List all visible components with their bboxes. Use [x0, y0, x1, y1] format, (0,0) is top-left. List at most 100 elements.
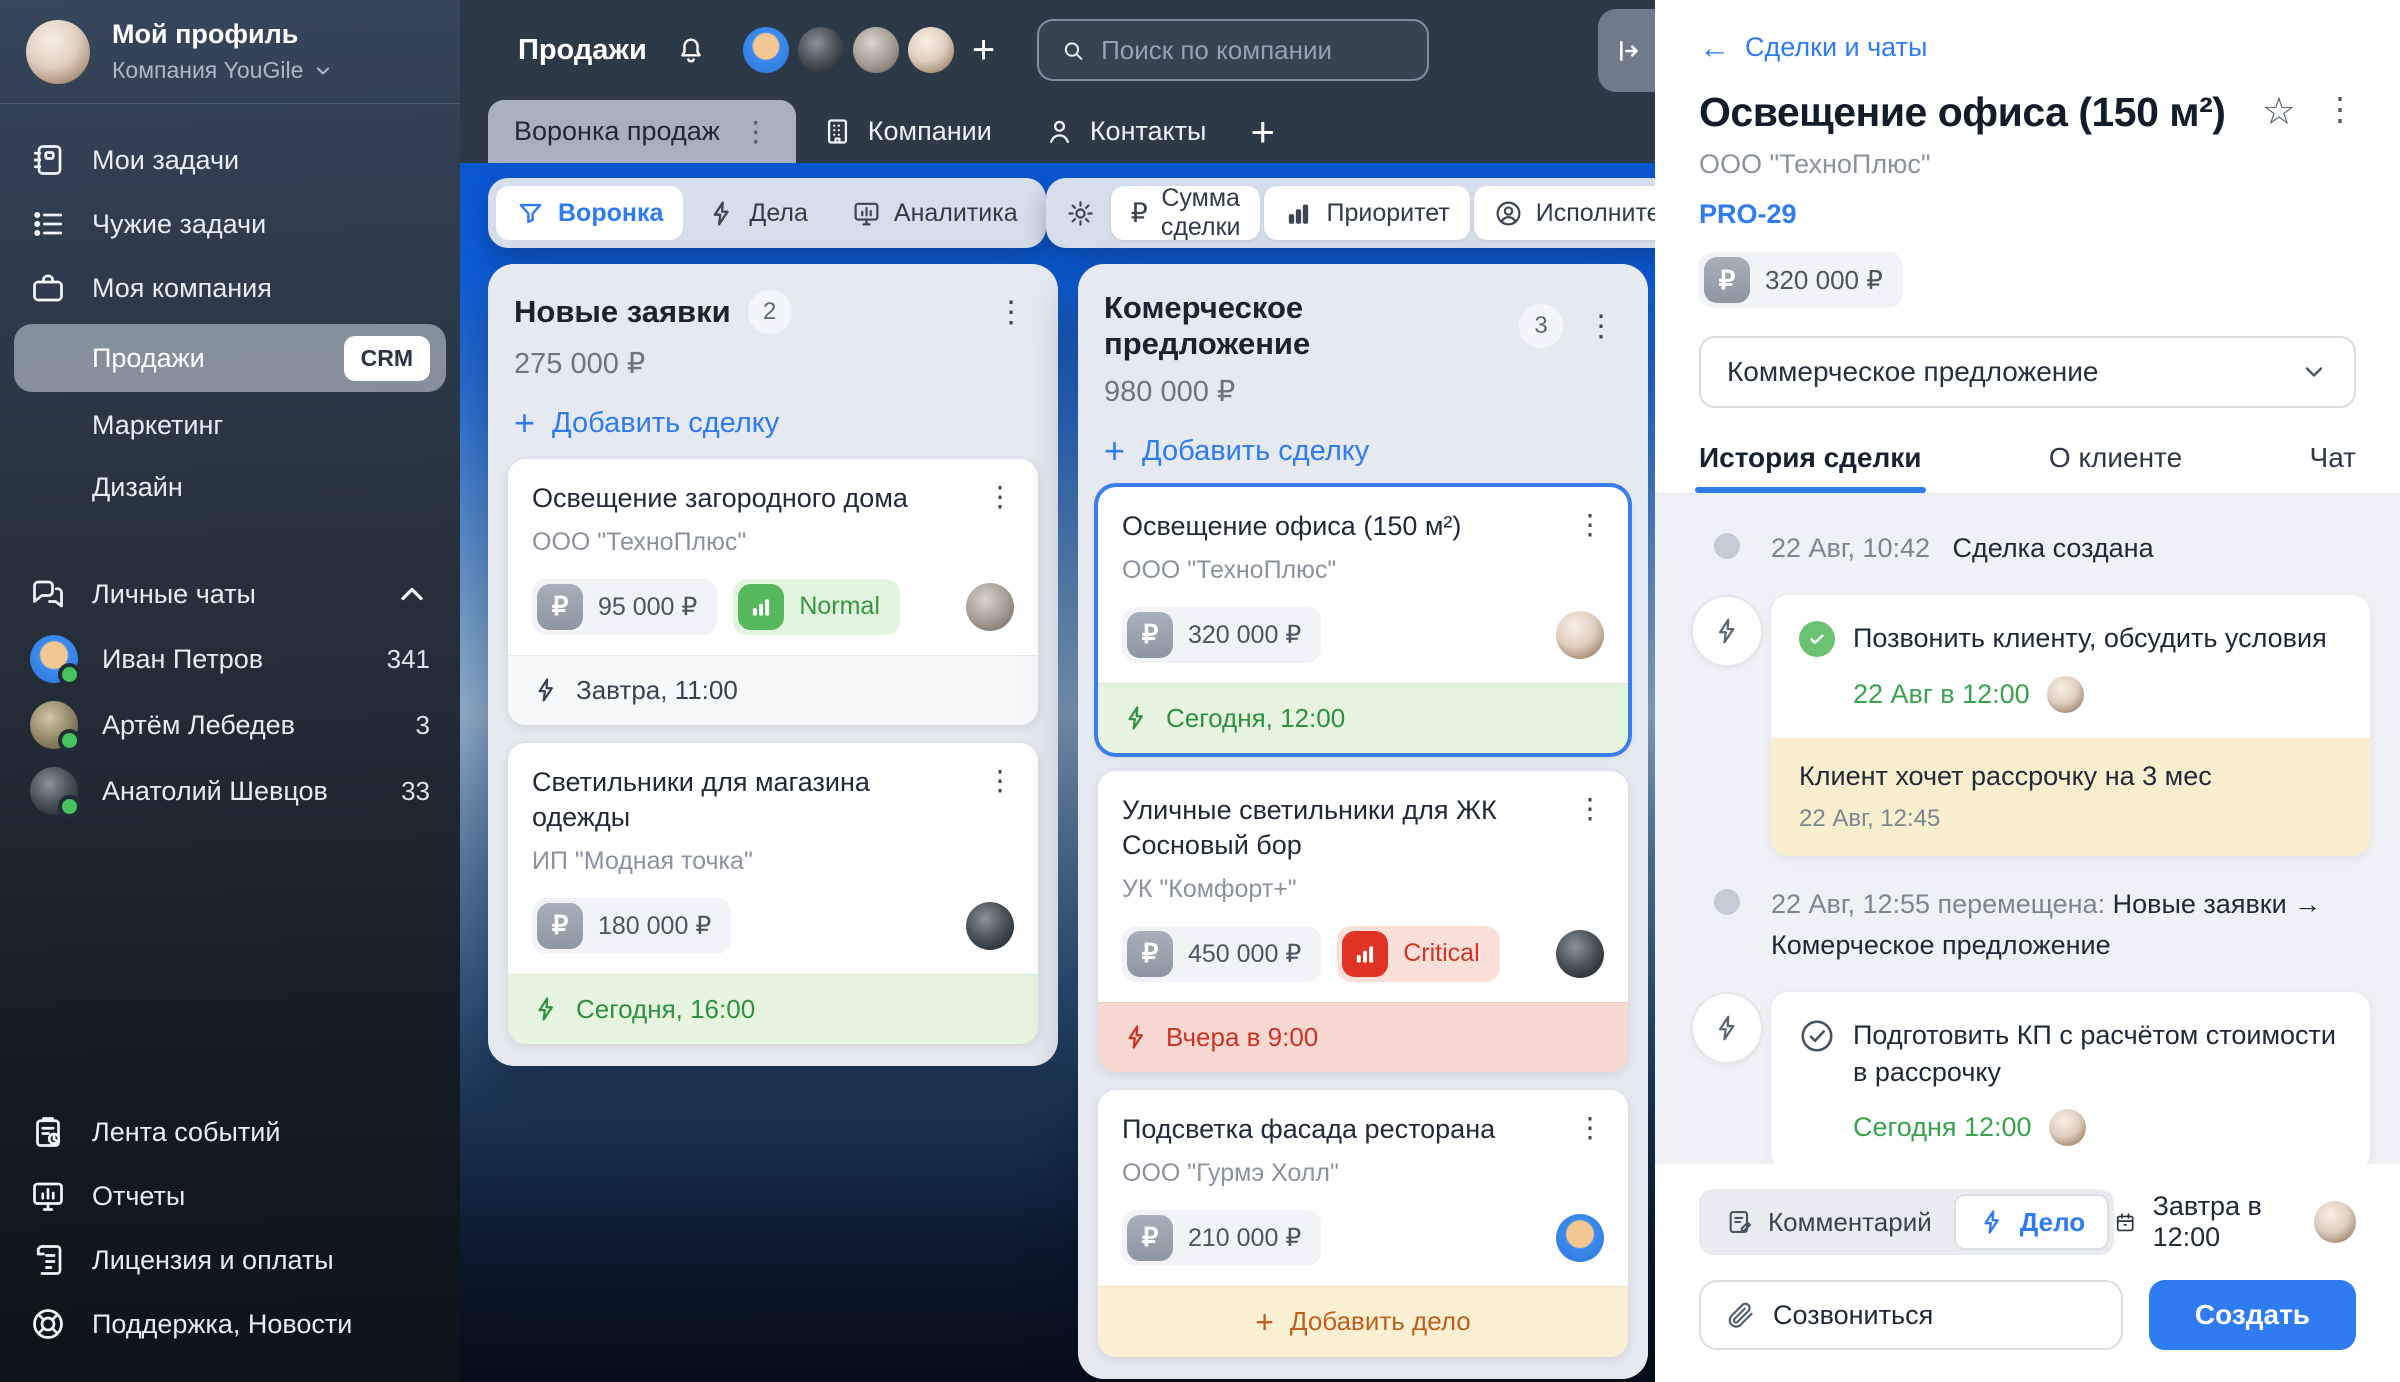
avatar[interactable]: [743, 27, 789, 73]
avatar[interactable]: [853, 27, 899, 73]
sidebar-item-design[interactable]: Дизайн: [0, 456, 460, 518]
task-note: Клиент хочет рассрочку на 3 мес 22 Авг, …: [1771, 738, 2370, 856]
sidebar-item-sales[interactable]: Продажи CRM: [14, 324, 446, 392]
deal-card[interactable]: Уличные светильники для ЖК Сосновый бор …: [1098, 771, 1628, 1072]
avatar[interactable]: [798, 27, 844, 73]
assignee-avatar[interactable]: [1556, 1214, 1604, 1262]
sidebar-item-marketing[interactable]: Маркетинг: [0, 394, 460, 456]
tab-deal-history[interactable]: История сделки: [1699, 442, 1922, 493]
sidebar-item-my-company[interactable]: Моя компания: [0, 256, 460, 320]
column-menu-icon[interactable]: ⋮: [990, 295, 1032, 330]
avatar[interactable]: [908, 27, 954, 73]
card-menu-icon[interactable]: ⋮: [1576, 509, 1604, 539]
task-schedule-button[interactable]: Завтра в 12:00: [2114, 1191, 2356, 1253]
chat-item-anatoly[interactable]: Анатолий Шевцов 33: [0, 758, 460, 824]
collapse-panel-button[interactable]: [1598, 9, 1655, 92]
sidebar-footer-menu: Лента событий Отчеты Лицензия и оплаты П…: [0, 1100, 460, 1382]
sidebar-item-events-feed[interactable]: Лента событий: [0, 1100, 460, 1164]
column-title: Комерческое предложение: [1104, 290, 1502, 362]
column-menu-icon[interactable]: ⋮: [1580, 309, 1622, 344]
sidebar-item-reports[interactable]: Отчеты: [0, 1164, 460, 1228]
tab-contacts[interactable]: Контакты: [1018, 100, 1233, 163]
deal-due-footer[interactable]: Завтра, 11:00: [508, 655, 1038, 725]
check-done-icon[interactable]: [1799, 621, 1835, 657]
comment-mode-button[interactable]: Комментарий: [1704, 1194, 1954, 1250]
deal-due-footer[interactable]: Сегодня, 16:00: [508, 974, 1038, 1044]
add-tab-button[interactable]: +: [1232, 111, 1293, 153]
deal-company: ООО "ТехноПлюс": [532, 528, 1014, 557]
board-tabs: Воронка продаж ⋮ Компании Контакты +: [460, 100, 1655, 163]
panel-menu-icon[interactable]: ⋮: [2324, 93, 2356, 125]
deal-title: Уличные светильники для ЖК Сосновый бор: [1122, 793, 1564, 864]
view-analytics-button[interactable]: Аналитика: [832, 186, 1038, 240]
lifebuoy-icon: [30, 1306, 66, 1342]
deal-due-footer[interactable]: Сегодня, 12:00: [1098, 683, 1628, 753]
task-card[interactable]: Позвонить клиенту, обсудить условия 22 А…: [1771, 595, 2370, 856]
deal-due-text: Завтра, 11:00: [576, 675, 738, 706]
deal-amount: 320 000 ₽: [1188, 620, 1301, 650]
tab-companies[interactable]: Компании: [796, 100, 1018, 163]
field-deal-amount-button[interactable]: ₽ Сумма сделки: [1111, 186, 1261, 240]
profile-block[interactable]: Мой профиль Компания YouGile: [0, 0, 460, 104]
assignee-avatar[interactable]: [966, 583, 1014, 631]
card-menu-icon[interactable]: ⋮: [986, 481, 1014, 511]
sidebar-item-support[interactable]: Поддержка, Новости: [0, 1292, 460, 1356]
create-button[interactable]: Создать: [2149, 1280, 2356, 1350]
sidebar-item-others-tasks[interactable]: Чужие задачи: [0, 192, 460, 256]
task-mode-button[interactable]: Дело: [1954, 1194, 2109, 1250]
profile-avatar[interactable]: [26, 20, 90, 84]
paperclip-icon[interactable]: [1725, 1300, 1755, 1330]
new-task-input-wrap[interactable]: [1699, 1280, 2123, 1350]
assignee-avatar[interactable]: [1556, 930, 1604, 978]
task-card[interactable]: Подготовить КП с расчётом стоимости в ра…: [1771, 992, 2370, 1164]
chat-item-ivan[interactable]: Иван Петров 341: [0, 626, 460, 692]
star-favorite-icon[interactable]: ☆: [2262, 93, 2296, 131]
field-assignee-button[interactable]: Исполнитель: [1474, 186, 1655, 240]
deal-card-selected[interactable]: Освещение офиса (150 м²) ⋮ ООО "ТехноПлю…: [1098, 487, 1628, 753]
sidebar-item-my-tasks[interactable]: Мои задачи: [0, 128, 460, 192]
tab-chat[interactable]: Чат: [2310, 442, 2356, 493]
add-member-button[interactable]: +: [972, 30, 995, 70]
settings-gear-button[interactable]: [1054, 186, 1107, 240]
deal-card[interactable]: Подсветка фасада ресторана ⋮ ООО "Гурмэ …: [1098, 1090, 1628, 1357]
view-funnel-button[interactable]: Воронка: [496, 186, 683, 240]
tab-sales-funnel[interactable]: Воронка продаж ⋮: [488, 100, 796, 163]
assignee-avatar[interactable]: [1556, 611, 1604, 659]
lightning-icon: [1122, 704, 1150, 732]
profile-company: Компания YouGile: [112, 57, 303, 84]
chat-name: Артём Лебедев: [102, 710, 295, 741]
lightning-icon: [1712, 616, 1742, 646]
assignee-avatar[interactable]: [966, 902, 1014, 950]
view-tasks-button[interactable]: Дела: [687, 186, 828, 240]
back-to-deals-link[interactable]: ← Сделки и чаты: [1699, 32, 2356, 63]
bell-icon[interactable]: [675, 34, 707, 66]
chevron-down-icon: [2300, 358, 2328, 386]
assignee-avatar[interactable]: [2314, 1201, 2356, 1243]
deal-due-footer[interactable]: Вчера в 9:00: [1098, 1002, 1628, 1072]
add-task-footer-button[interactable]: + Добавить дело: [1098, 1286, 1628, 1357]
field-priority-button[interactable]: Приоритет: [1264, 186, 1469, 240]
search-input[interactable]: [1101, 35, 1405, 66]
add-deal-button[interactable]: + Добавить сделку: [1104, 433, 1622, 469]
card-menu-icon[interactable]: ⋮: [1576, 1112, 1604, 1142]
chevron-up-icon[interactable]: [394, 576, 430, 612]
sidebar-item-label: Моя компания: [92, 273, 272, 304]
add-deal-button[interactable]: + Добавить сделку: [514, 405, 1032, 441]
company-search[interactable]: [1037, 19, 1429, 81]
chat-item-artem[interactable]: Артём Лебедев 3: [0, 692, 460, 758]
tab-about-client[interactable]: О клиенте: [2049, 442, 2182, 493]
stage-dropdown[interactable]: Коммерческое предложение: [1699, 336, 2356, 408]
deal-card[interactable]: Светильники для магазина одежды ⋮ ИП "Мо…: [508, 743, 1038, 1044]
check-open-icon[interactable]: [1799, 1018, 1835, 1054]
tab-menu-icon[interactable]: ⋮: [742, 115, 770, 148]
card-menu-icon[interactable]: ⋮: [986, 765, 1014, 795]
funnel-icon: [516, 199, 545, 228]
new-task-input[interactable]: [1773, 1300, 2097, 1331]
card-menu-icon[interactable]: ⋮: [1576, 793, 1604, 823]
chat-name: Анатолий Шевцов: [102, 776, 328, 807]
sidebar-item-license[interactable]: Лицензия и оплаты: [0, 1228, 460, 1292]
lightning-icon: [1712, 1013, 1742, 1043]
deal-card[interactable]: Освещение загородного дома ⋮ ООО "ТехноП…: [508, 459, 1038, 725]
briefcase-icon: [30, 270, 66, 306]
chats-section-header[interactable]: Личные чаты: [0, 562, 460, 626]
